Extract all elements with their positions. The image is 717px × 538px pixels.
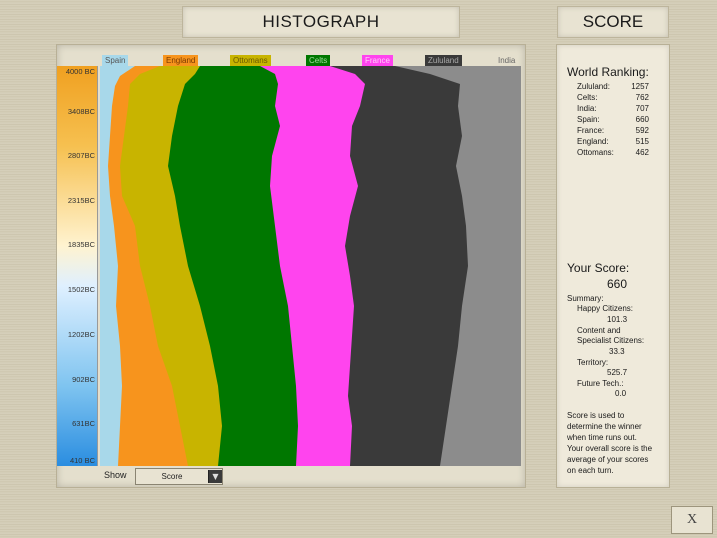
timeline-tick: 2315BC: [67, 196, 95, 205]
ranking-value: 1257: [631, 82, 649, 91]
close-icon: X: [686, 512, 698, 527]
content-label: Content and: [577, 326, 621, 335]
world-ranking-title: World Ranking:: [567, 65, 649, 79]
your-score-value: 660: [607, 277, 628, 291]
show-dropdown[interactable]: Score ▼: [135, 468, 223, 485]
ranking-value: 592: [635, 126, 649, 135]
ranking-name: Ottomans:: [577, 148, 614, 157]
ranking-name: India:: [577, 104, 597, 113]
ranking-value: 515: [635, 137, 649, 146]
civ-label-celts: Celts: [306, 55, 331, 66]
ranking-name: Zululand:: [577, 82, 610, 91]
timeline-tick: 4000 BC: [65, 67, 95, 76]
ranking-name: France:: [577, 126, 605, 135]
show-label: Show: [104, 470, 127, 480]
timeline-tick: 1202BC: [67, 330, 95, 339]
score-title-text: SCORE: [582, 12, 644, 31]
specialist-label: Specialist Citizens:: [577, 336, 645, 345]
note-line: on each turn.: [567, 466, 614, 475]
ranking-value: 462: [635, 148, 649, 157]
histogram-chart: [100, 66, 521, 466]
note-line: average of your scores: [567, 455, 649, 464]
note-line: Your overall score is the: [567, 444, 653, 453]
ranking-name: England:: [577, 137, 609, 146]
timeline-tick: 410 BC: [69, 456, 95, 465]
ranking-value: 762: [635, 93, 649, 102]
score-panel: World Ranking: Zululand: 1257 Celts: 762…: [556, 44, 670, 488]
territory-value: 525.7: [607, 368, 628, 377]
your-score-title: Your Score:: [567, 261, 630, 275]
content-value: 33.3: [609, 347, 625, 356]
show-dropdown-value: Score: [161, 472, 183, 481]
timeline-tick: 2807BC: [67, 151, 95, 160]
future-tech-value: 0.0: [615, 389, 627, 398]
ranking-name: Spain:: [577, 115, 600, 124]
note-line: determine the winner: [567, 422, 642, 431]
timeline-tick: 3408BC: [67, 107, 95, 116]
score-title: SCORE: [557, 6, 669, 38]
chevron-down-icon[interactable]: ▼: [208, 470, 222, 483]
civ-label-zululand: Zululand: [425, 55, 462, 66]
note-line: Score is used to: [567, 411, 625, 420]
civ-label-spain: Spain: [102, 55, 129, 66]
histograph-title-text: HISTOGRAPH: [262, 12, 380, 31]
note-line: when time runs out.: [567, 433, 637, 442]
timeline-tick: 1502BC: [67, 285, 95, 294]
histograph-title: HISTOGRAPH: [182, 6, 460, 38]
ranking-value: 660: [635, 115, 649, 124]
timeline-tick: 1835BC: [67, 240, 95, 249]
summary-label: Summary:: [567, 294, 604, 303]
happy-citizens-label: Happy Citizens:: [577, 304, 634, 313]
close-button[interactable]: X: [671, 506, 713, 534]
territory-label: Territory:: [577, 358, 609, 367]
civ-label-england: England: [163, 55, 199, 66]
civ-label-india: India: [495, 55, 519, 66]
timeline-bar: 4000 BC 3408BC 2807BC 2315BC 1835BC 1502…: [57, 66, 98, 466]
timeline-tick: 902BC: [72, 375, 95, 384]
ranking-value: 707: [635, 104, 649, 113]
ranking-name: Celts:: [577, 93, 598, 102]
civ-label-france: France: [362, 55, 393, 66]
future-tech-label: Future Tech.:: [577, 379, 624, 388]
timeline-tick: 631BC: [72, 419, 95, 428]
happy-citizens-value: 101.3: [607, 315, 628, 324]
civ-label-ottomans: Ottomans: [230, 55, 271, 66]
